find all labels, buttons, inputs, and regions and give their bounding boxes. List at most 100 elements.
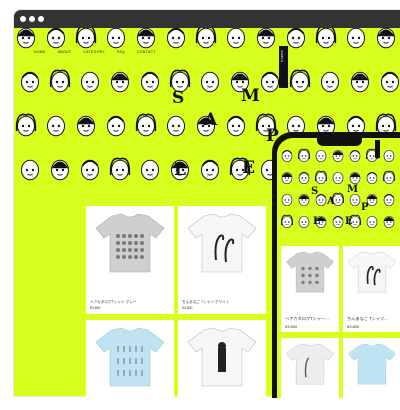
face-illustration [301, 221, 303, 223]
face-illustration [235, 168, 239, 172]
face-illustration [51, 124, 55, 128]
face-illustration [205, 168, 209, 172]
face-illustration [85, 80, 89, 84]
face-illustration [387, 124, 391, 128]
face-illustration [381, 124, 385, 128]
phone-screen: S A M P L E ヘアカタログTシャー... ¥3,800 ちんあなご T… [277, 138, 400, 398]
face-illustration [298, 215, 310, 229]
face-illustration [265, 80, 269, 84]
minimize-dot-icon[interactable] [29, 16, 35, 22]
face-illustration [320, 71, 340, 93]
face-illustration [386, 221, 388, 223]
face-illustration [151, 168, 155, 172]
face-illustration [171, 124, 175, 128]
face-illustration [25, 80, 29, 84]
face-illustration [121, 168, 125, 172]
white-tshirt-image [187, 327, 257, 387]
nav-home[interactable]: HOME [34, 50, 46, 58]
face-illustration [261, 124, 265, 128]
face-illustration [390, 155, 392, 157]
nav-category[interactable]: CATEGORY [83, 50, 105, 58]
face-illustration [284, 155, 286, 157]
face-illustration [335, 221, 337, 223]
face-illustration [339, 177, 341, 179]
face-illustration [290, 71, 310, 93]
face-illustration [175, 80, 179, 84]
face-illustration [318, 199, 320, 201]
phone-product-card[interactable] [343, 338, 400, 398]
face-illustration [391, 80, 395, 84]
face-illustration [288, 199, 290, 201]
face-illustration [85, 168, 89, 172]
phone-product-card[interactable]: ヘアカタログTシャー... ¥3,800 [281, 246, 339, 332]
face-illustration [335, 177, 337, 179]
face-illustration [235, 80, 239, 84]
face-illustration [237, 124, 241, 128]
face-illustration [271, 80, 275, 84]
face-illustration [57, 124, 61, 128]
face-illustration [284, 177, 286, 179]
face-illustration [106, 27, 126, 49]
face-illustration [288, 177, 290, 179]
face-illustration [281, 193, 293, 207]
face-illustration [110, 159, 130, 181]
nav-faq[interactable]: FAQ [117, 50, 125, 58]
product-name[interactable]: ちんあなご Tシャツ ホワイト [182, 300, 229, 305]
product-card[interactable]: ちんあなご Tシャツ ホワイト ¥3,800 [178, 206, 266, 314]
face-illustration [284, 199, 286, 201]
face-illustration [171, 36, 175, 40]
white-tshirt-image [286, 343, 334, 385]
face-illustration [136, 115, 156, 137]
white-tshirt-image [348, 251, 396, 293]
phone-product-card[interactable] [281, 338, 339, 398]
face-illustration [386, 199, 388, 201]
phone-mockup: S A M P L E ヘアカタログTシャー... ¥3,800 ちんあなご T… [272, 132, 400, 398]
face-illustration [117, 36, 121, 40]
face-illustration [322, 221, 324, 223]
face-illustration [356, 199, 358, 201]
phone-notch [317, 138, 362, 146]
letter-l: L [174, 160, 186, 180]
face-illustration [327, 124, 331, 128]
face-illustration [147, 36, 151, 40]
face-illustration [87, 36, 91, 40]
face-illustration [315, 149, 327, 163]
face-illustration [297, 36, 301, 40]
face-illustration [335, 155, 337, 157]
nav-about[interactable]: ABOUT [58, 50, 72, 58]
maximize-dot-icon[interactable] [38, 16, 44, 22]
face-illustration [166, 115, 186, 137]
phone-product-card[interactable]: ちんあなご Tシャツ... ¥3,800 [343, 246, 400, 332]
phone-product-price: ¥3,800 [285, 324, 298, 329]
nav-contact[interactable]: CONTACT [137, 50, 156, 58]
face-illustration [369, 155, 371, 157]
face-illustration [318, 155, 320, 157]
product-card[interactable] [178, 320, 266, 410]
product-card[interactable] [86, 320, 174, 410]
face-illustration [145, 80, 149, 84]
face-illustration [366, 215, 378, 229]
product-name[interactable]: ヘアカタログTシャツ グレー [90, 300, 136, 305]
face-illustration [226, 27, 246, 49]
face-illustration [352, 199, 354, 201]
face-illustration [361, 80, 365, 84]
face-illustration [322, 177, 324, 179]
face-illustration [356, 155, 358, 157]
face-illustration [291, 36, 295, 40]
face-illustration [141, 124, 145, 128]
face-illustration [284, 221, 286, 223]
face-illustration [387, 36, 391, 40]
face-illustration [50, 71, 70, 93]
face-illustration [147, 124, 151, 128]
phone-product-name[interactable]: ヘアカタログTシャー... [285, 316, 329, 322]
face-illustration [207, 36, 211, 40]
face-illustration [356, 177, 358, 179]
face-illustration [51, 36, 55, 40]
phone-product-price: ¥3,800 [347, 324, 360, 329]
product-card[interactable]: ヘアカタログTシャツ グレー ¥3,800 [86, 206, 174, 314]
face-illustration [305, 221, 307, 223]
close-dot-icon[interactable] [20, 16, 26, 22]
phone-product-name[interactable]: ちんあなご Tシャツ... [347, 316, 388, 322]
face-illustration [322, 155, 324, 157]
face-illustration [390, 199, 392, 201]
